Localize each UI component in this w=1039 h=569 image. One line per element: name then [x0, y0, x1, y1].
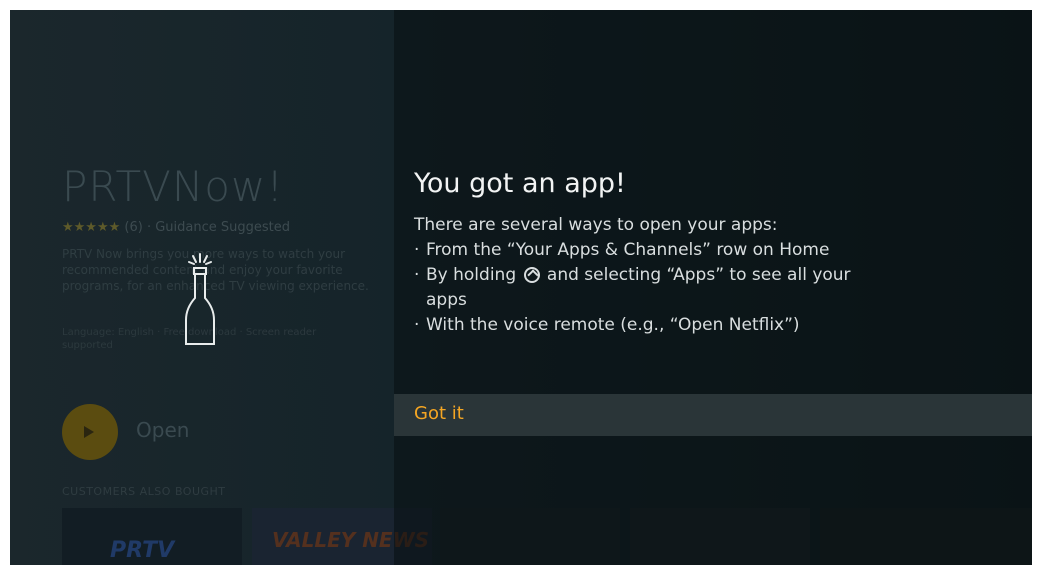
- open-button[interactable]: [62, 404, 118, 460]
- bullet-text: With the voice remote (e.g., “Open Netfl…: [426, 315, 800, 335]
- champagne-bottle-icon: [185, 253, 215, 345]
- got-it-button[interactable]: [394, 394, 1032, 436]
- rating-stars: ★★★★★: [62, 220, 121, 235]
- list-item: · By holding and selecting “Apps” to see…: [414, 263, 1014, 313]
- bullet-marker: ·: [414, 240, 420, 260]
- bullet-marker: ·: [414, 315, 420, 335]
- rating-text: (6) · Guidance Suggested: [124, 220, 291, 235]
- got-it-label: Got it: [414, 403, 464, 424]
- list-item: · From the “Your Apps & Channels” row on…: [414, 238, 1014, 263]
- bullet-text-part: apps: [426, 290, 467, 310]
- dialog-body: There are several ways to open your apps…: [414, 213, 1014, 338]
- app-title: PRTVNow!: [62, 162, 285, 211]
- bullet-text-part: and selecting “Apps” to see all your: [546, 265, 851, 285]
- bullet-text: By holding and selecting “Apps” to see a…: [426, 263, 851, 313]
- list-item: · With the voice remote (e.g., “Open Net…: [414, 313, 1014, 338]
- app-screen: PRTVNow! ★★★★★ (6) · Guidance Suggested …: [10, 10, 1032, 565]
- app-description: PRTV Now brings you more ways to watch y…: [62, 247, 369, 293]
- tile-logo-text: PRTV: [110, 538, 175, 563]
- section-label: CUSTOMERS ALSO BOUGHT: [62, 485, 226, 498]
- bullet-text: From the “Your Apps & Channels” row on H…: [426, 240, 830, 260]
- home-button-icon: [523, 267, 540, 283]
- bullet-text-part: By holding: [426, 265, 517, 285]
- dialog-title: You got an app!: [414, 168, 626, 199]
- dialog-intro: There are several ways to open your apps…: [414, 215, 778, 235]
- bullet-marker: ·: [414, 265, 420, 285]
- open-label: Open: [136, 418, 190, 442]
- app-rating: ★★★★★ (6) · Guidance Suggested: [62, 220, 290, 235]
